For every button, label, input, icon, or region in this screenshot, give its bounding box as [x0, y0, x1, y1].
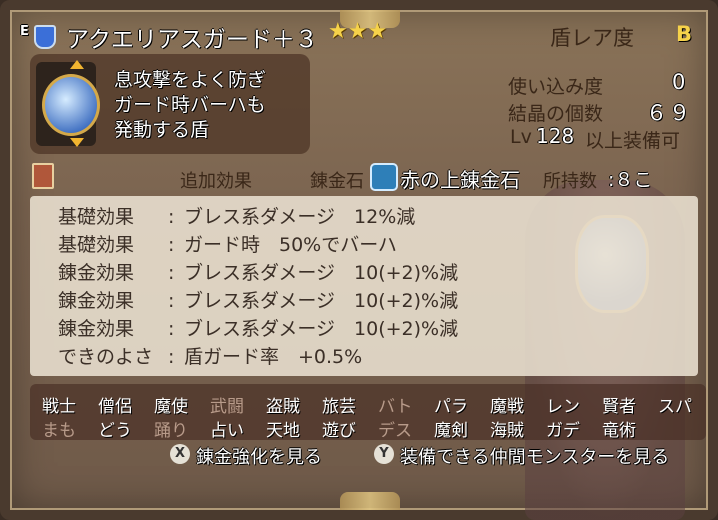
effect-colon: : — [168, 290, 175, 312]
effect-row: できのよさ: 盾ガード率 +0.5% — [58, 342, 362, 369]
aquarius-shield-icon — [42, 74, 100, 136]
effect-colon: : — [168, 206, 175, 228]
effect-label: 錬金効果 — [58, 262, 135, 284]
job-row2-1: どう — [98, 421, 132, 441]
alchemy-stone-name: 赤の上錬金石 — [400, 168, 520, 192]
item-icon-frame — [36, 60, 100, 147]
job-row1-3: 武闘 — [210, 397, 244, 417]
item-detail-window: E アクエリアスガード＋３ ★★★ 盾レア度 B 息攻撃をよく防ぎ ガード時バー… — [0, 0, 718, 520]
effect-colon: : — [168, 262, 175, 284]
job-row2-4: 天地 — [266, 421, 300, 441]
bottom-ornament — [340, 492, 400, 510]
job-row1-8: 魔戦 — [490, 397, 524, 417]
job-row2-9: ガデ — [546, 421, 580, 441]
description-line-2: ガード時バーハも — [114, 94, 266, 116]
effect-value: ガード時 50%でバーハ — [184, 234, 397, 256]
effect-row: 基礎効果: ブレス系ダメージ 12%減 — [58, 202, 415, 229]
item-name: アクエリアスガード＋３ — [66, 27, 318, 53]
job-row1-5: 旅芸 — [322, 397, 356, 417]
equipped-mark: E — [20, 24, 29, 39]
job-row2-8: 海賊 — [490, 421, 524, 441]
job-row1-1: 僧侶 — [98, 397, 132, 417]
job-row2-7: 魔剣 — [434, 421, 468, 441]
job-row2-3: 占い — [210, 421, 244, 441]
view-alchemy-label: 錬金強化を見る — [196, 447, 322, 468]
level-prefix: Lv — [510, 126, 532, 148]
job-row1-0: 戦士 — [42, 397, 76, 417]
job-row2-5: 遊び — [322, 421, 356, 441]
job-row1-11: スパ — [658, 397, 692, 417]
item-description: 息攻撃をよく防ぎ ガード時バーハも 発動する盾 — [114, 68, 266, 143]
job-row1-9: レン — [546, 397, 580, 417]
effect-value: ブレス系ダメージ 10(+2)%減 — [184, 290, 459, 312]
scroll-down-icon[interactable] — [70, 138, 84, 147]
extra-effect-label: 追加効果 — [180, 171, 252, 192]
effect-row: 錬金効果: ブレス系ダメージ 10(+2)%減 — [58, 314, 458, 341]
crystal-value: ６９ — [646, 101, 692, 125]
job-row1-7: パラ — [434, 397, 468, 417]
effect-row: 基礎効果: ガード時 50%でバーハ — [58, 230, 397, 257]
rarity-value: B — [676, 22, 693, 46]
description-line-1: 息攻撃をよく防ぎ — [114, 69, 267, 91]
effect-value: ブレス系ダメージ 10(+2)%減 — [184, 262, 459, 284]
effect-row: 錬金効果: ブレス系ダメージ 10(+2)%減 — [58, 258, 458, 285]
alchemy-stone-label: 錬金石 — [310, 171, 364, 192]
scroll-up-icon[interactable] — [70, 60, 84, 69]
x-button-icon: X — [170, 444, 190, 464]
level-suffix: 以上装備可 — [585, 130, 681, 152]
rarity-label: 盾レア度 — [550, 26, 634, 50]
description-line-3: 発動する盾 — [114, 119, 210, 141]
job-row2-2: 踊り — [154, 421, 188, 441]
view-monsters-label: 装備できる仲間モンスターを見る — [400, 447, 670, 468]
job-row2-10: 竜術 — [602, 421, 636, 441]
effect-value: ブレス系ダメージ 10(+2)%減 — [184, 318, 459, 340]
effect-label: 基礎効果 — [58, 206, 135, 228]
effect-label: できのよさ — [58, 346, 154, 368]
owned-count-label: 所持数 — [543, 171, 597, 192]
job-row1-4: 盗賊 — [266, 397, 300, 417]
level-value: 128 — [536, 124, 575, 148]
job-row1-10: 賢者 — [602, 397, 636, 417]
effect-row: 錬金効果: ブレス系ダメージ 10(+2)%減 — [58, 286, 458, 313]
job-row2-0: まも — [42, 421, 76, 441]
book-icon[interactable] — [32, 163, 54, 189]
effect-label: 基礎効果 — [58, 234, 135, 256]
effect-value: 盾ガード率 +0.5% — [184, 346, 363, 368]
effect-label: 錬金効果 — [58, 318, 135, 340]
usage-label: 使い込み度 — [508, 76, 604, 98]
usage-value: 0 — [672, 70, 686, 94]
owned-count-value: :８こ — [608, 169, 653, 191]
job-row1-6: バト — [378, 397, 413, 417]
effect-value: ブレス系ダメージ 12%減 — [184, 206, 416, 228]
effect-colon: : — [168, 318, 175, 340]
job-row2-6: デス — [378, 421, 412, 441]
effect-colon: : — [168, 234, 175, 256]
job-row1-2: 魔使 — [154, 397, 188, 417]
effect-label: 錬金効果 — [58, 290, 135, 312]
alchemy-stone-icon — [370, 163, 398, 191]
y-button-icon: Y — [374, 444, 394, 464]
star-rating-icon: ★★★ — [328, 19, 388, 44]
shield-category-icon — [34, 25, 56, 49]
crystal-label: 結晶の個数 — [508, 103, 604, 125]
effect-colon: : — [168, 346, 175, 368]
